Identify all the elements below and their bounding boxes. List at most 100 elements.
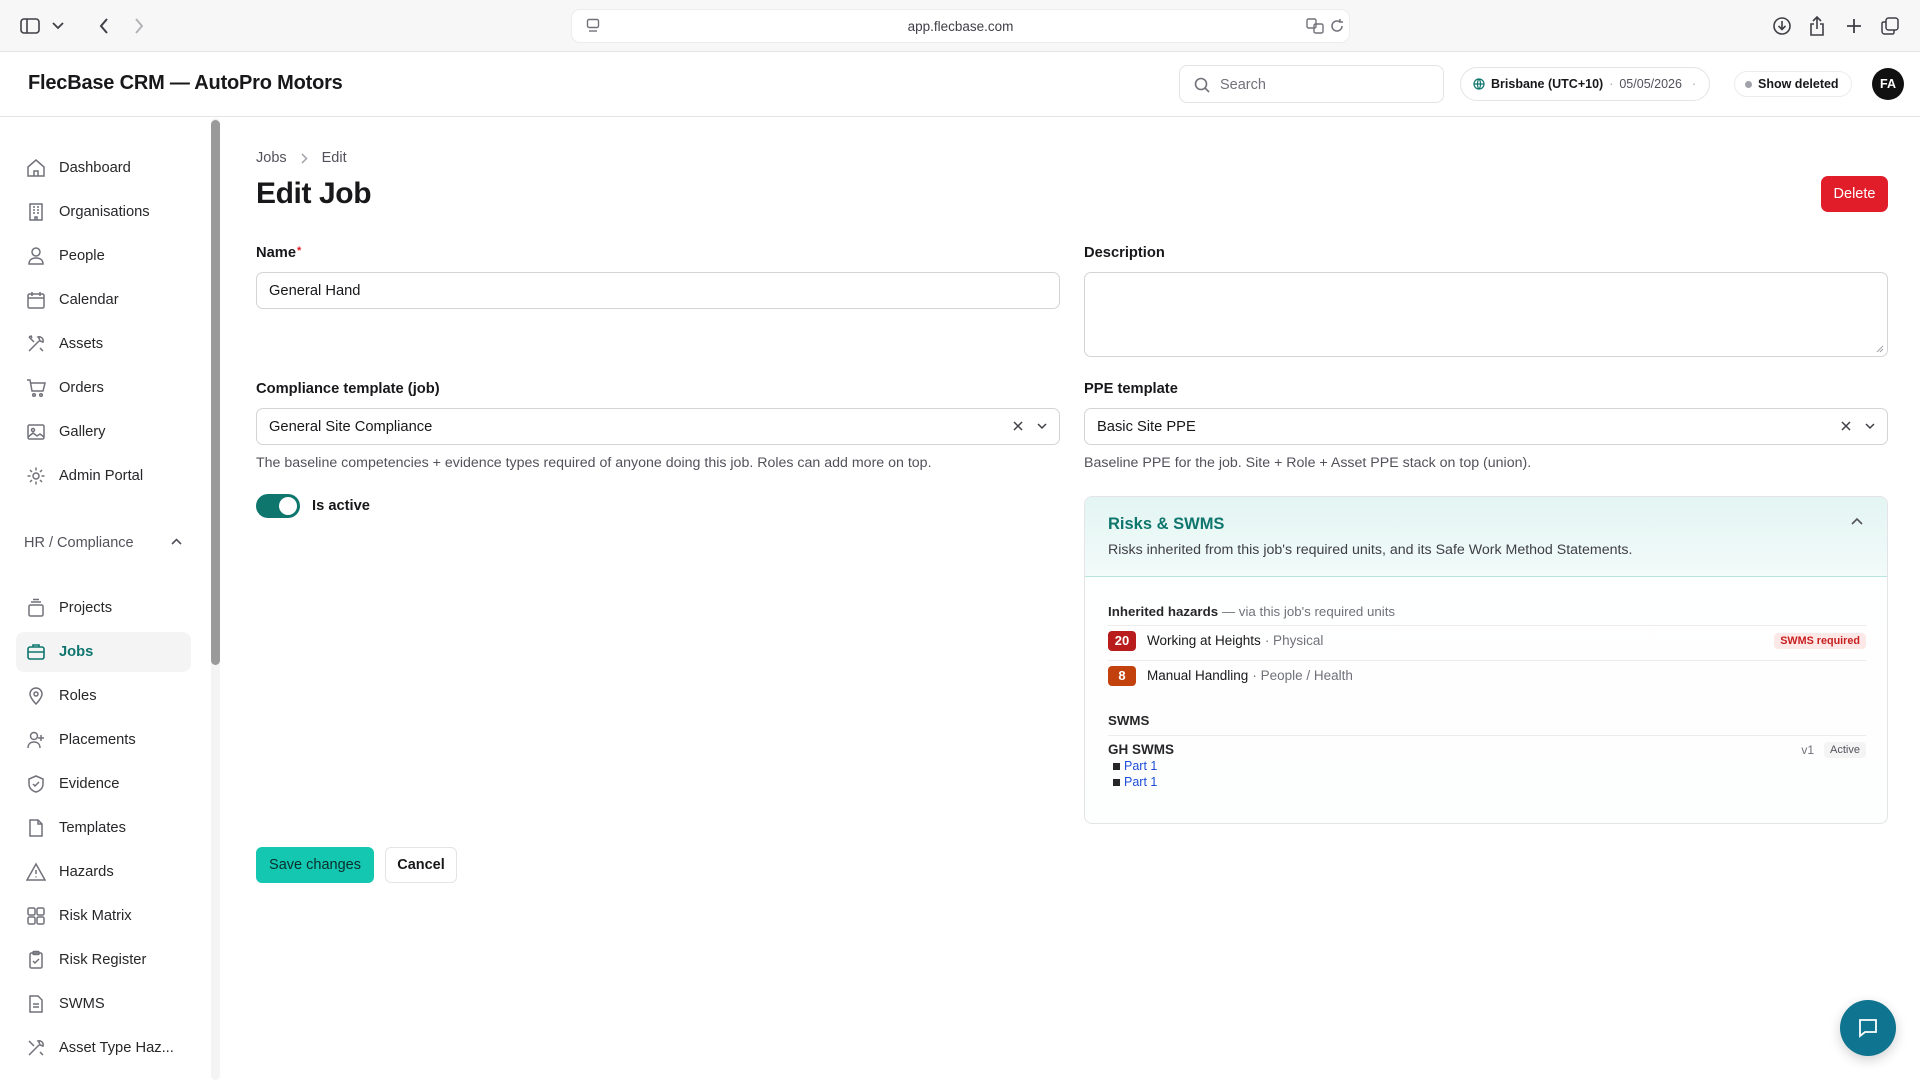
- address-bar[interactable]: app.flecbase.com: [571, 9, 1350, 43]
- sidebar-item-organisations[interactable]: Organisations: [16, 192, 191, 232]
- document-icon: [25, 993, 47, 1015]
- swms-name: GH SWMS: [1108, 742, 1174, 757]
- sidebar-item-risk-matrix[interactable]: Risk Matrix: [16, 896, 191, 936]
- sidebar-item-calendar[interactable]: Calendar: [16, 280, 191, 320]
- swms-row[interactable]: GH SWMS v1 Active Part 1 Part 1: [1108, 735, 1866, 789]
- checkbox-icon: [1113, 778, 1120, 786]
- name-value: General Hand: [269, 283, 361, 299]
- sidebar-item-label: Admin Portal: [59, 468, 144, 484]
- chat-launcher-button[interactable]: [1840, 1000, 1896, 1056]
- chevron-right-icon: [301, 152, 308, 164]
- scrollbar-thumb[interactable]: [211, 120, 220, 665]
- swms-part-label: Part 1: [1124, 759, 1158, 773]
- sidebar-item-assets[interactable]: Assets: [16, 324, 191, 364]
- chevron-up-icon[interactable]: [1851, 517, 1863, 525]
- is-active-label: Is active: [312, 498, 370, 514]
- sidebar-toggle-icon[interactable]: [16, 12, 44, 40]
- translate-icon[interactable]: [1306, 18, 1324, 34]
- is-active-toggle[interactable]: [256, 494, 300, 518]
- compliance-template-help: The baseline competencies + evidence typ…: [256, 455, 932, 471]
- timezone-label: Brisbane (UTC+10): [1491, 77, 1604, 91]
- sidebar-item-dashboard[interactable]: Dashboard: [16, 148, 191, 188]
- sidebar-item-label: Templates: [59, 820, 126, 836]
- sidebar-item-people[interactable]: People: [16, 236, 191, 276]
- chevron-down-icon[interactable]: [1035, 419, 1049, 433]
- cancel-button[interactable]: Cancel: [385, 847, 457, 883]
- sidebar-item-label: Jobs: [59, 644, 94, 660]
- group-hr-compliance[interactable]: HR / Compliance: [24, 535, 182, 551]
- compliance-template-select[interactable]: General Site Compliance: [256, 408, 1060, 445]
- sidebar-item-label: Gallery: [59, 424, 106, 440]
- sidebar-item-evidence[interactable]: Evidence: [16, 764, 191, 804]
- delete-button[interactable]: Delete: [1821, 176, 1888, 212]
- sidebar-item-asset-type-hazards[interactable]: Asset Type Haz...: [16, 1028, 191, 1068]
- clear-icon[interactable]: [1011, 419, 1025, 433]
- resize-handle-icon[interactable]: [1876, 345, 1884, 353]
- hazard-row[interactable]: 20 Working at Heights · Physical SWMS re…: [1108, 625, 1866, 655]
- breadcrumb-jobs[interactable]: Jobs: [256, 150, 287, 166]
- search-placeholder: Search: [1220, 77, 1266, 93]
- pin-icon: [25, 685, 47, 707]
- app-header: FlecBase CRM — AutoPro Motors Search Bri…: [0, 52, 1920, 117]
- sidebar-item-hazards[interactable]: Hazards: [16, 852, 191, 892]
- risks-swms-panel: Risks & SWMS Risks inherited from this j…: [1084, 496, 1888, 824]
- swms-part-label: Part 1: [1124, 775, 1158, 789]
- back-icon[interactable]: [90, 12, 118, 40]
- separator-dot: ·: [1609, 77, 1614, 91]
- clear-icon[interactable]: [1839, 419, 1853, 433]
- swms-part-link[interactable]: Part 1: [1113, 775, 1866, 789]
- sidebar-item-admin-portal[interactable]: Admin Portal: [16, 456, 191, 496]
- description-label: Description: [1084, 245, 1165, 261]
- sidebar-item-risk-register[interactable]: Risk Register: [16, 940, 191, 980]
- download-icon[interactable]: [1768, 12, 1796, 40]
- sidebar-item-label: Roles: [59, 688, 97, 704]
- app-brand[interactable]: FlecBase CRM — AutoPro Motors: [28, 72, 343, 95]
- chevron-down-icon[interactable]: [1863, 419, 1877, 433]
- sidebar-item-label: Organisations: [59, 204, 150, 220]
- search-input[interactable]: Search: [1179, 65, 1444, 103]
- avatar[interactable]: FA: [1872, 68, 1904, 100]
- file-icon: [25, 817, 47, 839]
- sidebar-item-swms[interactable]: SWMS: [16, 984, 191, 1024]
- gear-icon: [25, 465, 47, 487]
- hazard-name: Manual Handling: [1147, 668, 1249, 683]
- inherited-hazards-note: — via this job's required units: [1221, 604, 1396, 619]
- sidebar-item-label: Risk Matrix: [59, 908, 132, 924]
- swms-part-link[interactable]: Part 1: [1113, 759, 1866, 773]
- forward-icon[interactable]: [125, 12, 153, 40]
- tabs-overview-icon[interactable]: [1876, 12, 1904, 40]
- user-plus-icon: [25, 729, 47, 751]
- sidebar-item-placements[interactable]: Placements: [16, 720, 191, 760]
- chevron-up-icon: [171, 538, 182, 551]
- briefcase-icon: [25, 641, 47, 663]
- sidebar-item-projects[interactable]: Projects: [16, 588, 191, 628]
- image-icon: [25, 421, 47, 443]
- risks-panel-header[interactable]: Risks & SWMS Risks inherited from this j…: [1085, 497, 1887, 577]
- toggle-knob: [279, 497, 297, 515]
- status-badge: Active: [1824, 742, 1866, 758]
- timezone-selector[interactable]: Brisbane (UTC+10) · 05/05/2026 ·: [1460, 67, 1710, 101]
- dropdown-dot-icon: ·: [1691, 77, 1697, 91]
- show-deleted-toggle[interactable]: Show deleted: [1734, 71, 1852, 97]
- share-icon[interactable]: [1803, 12, 1831, 40]
- sidebar-item-gallery[interactable]: Gallery: [16, 412, 191, 452]
- user-icon: [25, 245, 47, 267]
- sidebar-item-templates[interactable]: Templates: [16, 808, 191, 848]
- name-field[interactable]: General Hand: [256, 272, 1060, 309]
- reload-icon[interactable]: [1330, 18, 1344, 34]
- hazard-row[interactable]: 8 Manual Handling · People / Health: [1108, 660, 1866, 690]
- hazard-category: · People / Health: [1252, 668, 1353, 683]
- sidebar-item-orders[interactable]: Orders: [16, 368, 191, 408]
- new-tab-icon[interactable]: [1840, 12, 1868, 40]
- ppe-template-select[interactable]: Basic Site PPE: [1084, 408, 1888, 445]
- chevron-down-icon[interactable]: [44, 12, 72, 40]
- compliance-template-label: Compliance template (job): [256, 381, 440, 397]
- sidebar-item-label: Placements: [59, 732, 136, 748]
- description-field[interactable]: [1084, 272, 1888, 357]
- show-deleted-label: Show deleted: [1758, 77, 1839, 91]
- sidebar-item-label: Assets: [59, 336, 104, 352]
- sidebar-item-jobs[interactable]: Jobs: [16, 632, 191, 672]
- sidebar-item-roles[interactable]: Roles: [16, 676, 191, 716]
- sidebar-item-label: Projects: [59, 600, 113, 616]
- save-changes-button[interactable]: Save changes: [256, 847, 374, 883]
